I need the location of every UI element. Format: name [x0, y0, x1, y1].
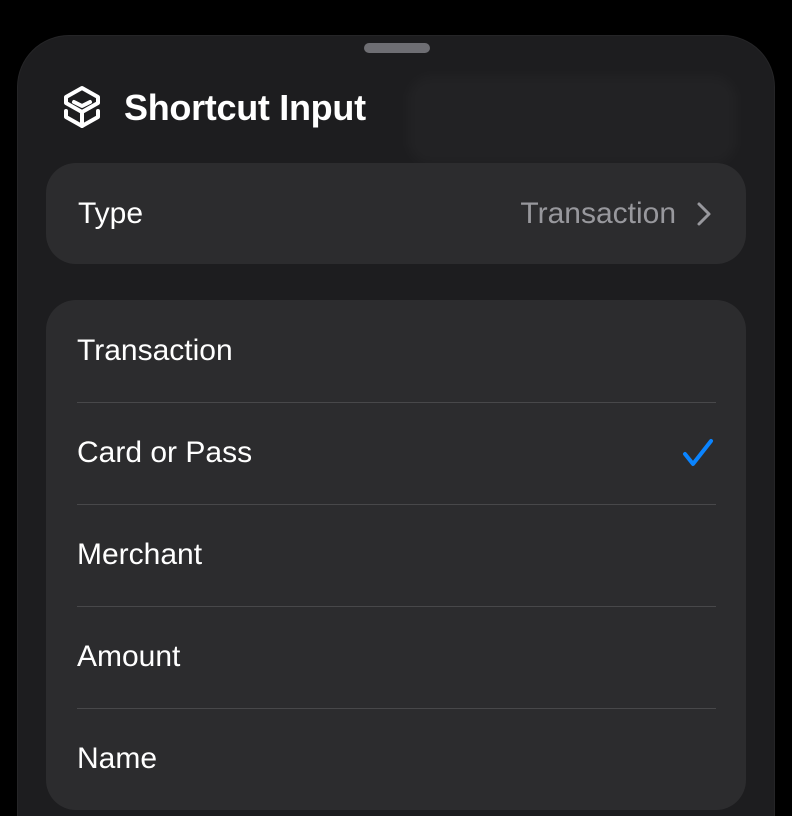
option-label: Transaction — [77, 334, 233, 367]
chevron-right-icon — [696, 200, 714, 228]
shortcuts-icon — [58, 82, 106, 134]
option-merchant[interactable]: Merchant — [46, 504, 746, 606]
option-label: Name — [77, 742, 158, 775]
option-amount[interactable]: Amount — [46, 606, 746, 708]
option-card-or-pass[interactable]: Card or Pass — [46, 402, 746, 504]
type-label: Type — [78, 196, 144, 230]
option-label: Card or Pass — [77, 436, 253, 469]
option-transaction[interactable]: Transaction — [46, 300, 746, 402]
type-value: Transaction — [520, 196, 676, 230]
sheet-grabber-handle[interactable] — [364, 43, 430, 53]
type-selector-row[interactable]: Type Transaction — [46, 163, 746, 264]
option-label: Amount — [77, 640, 181, 673]
option-label: Merchant — [77, 538, 203, 571]
sheet-header: Shortcut Input — [58, 80, 366, 136]
option-name[interactable]: Name — [46, 708, 746, 810]
input-type-options-list: Transaction Card or Pass Merchant Amount… — [46, 300, 746, 810]
background-blur — [407, 75, 737, 165]
checkmark-icon — [682, 438, 714, 468]
screen: Shortcut Input Type Transaction Transact… — [0, 0, 792, 816]
sheet-title: Shortcut Input — [124, 87, 366, 128]
